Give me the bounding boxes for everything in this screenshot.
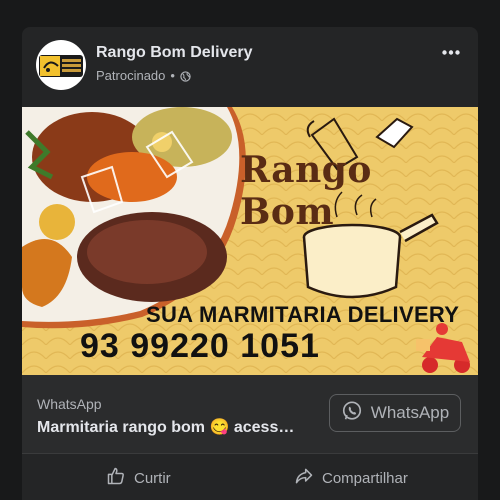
ad-brand-title: Rango Bom <box>240 149 372 233</box>
ad-tagline: SUA MARMITARIA DELIVERY <box>146 302 460 327</box>
previous-post-fade: · · · · · · · · · · <box>40 0 135 6</box>
cta-footer[interactable]: WhatsApp Marmitaria rango bom 😋 acess… W… <box>22 375 478 453</box>
cta-headline: Marmitaria rango bom 😋 acess… <box>37 419 295 436</box>
sponsored-post-card: Rango Bom Delivery Patrocinado • Rango B… <box>22 27 478 500</box>
post-actions: Curtir Compartilhar <box>22 453 478 500</box>
sponsored-line: Patrocinado • <box>96 68 191 83</box>
share-icon <box>294 466 314 490</box>
cta-source: WhatsApp <box>37 396 102 412</box>
like-label: Curtir <box>134 469 171 487</box>
share-label: Compartilhar <box>322 469 408 487</box>
sponsored-label[interactable]: Patrocinado <box>96 68 165 83</box>
ad-image[interactable]: Rango Bom SUA MARMITARIA DELIVERY 93 992… <box>22 107 478 375</box>
whatsapp-icon <box>341 400 363 427</box>
like-icon <box>106 466 126 490</box>
whatsapp-button[interactable]: WhatsApp <box>329 394 461 432</box>
post-header: Rango Bom Delivery Patrocinado • <box>22 27 478 107</box>
page-name-link[interactable]: Rango Bom Delivery <box>96 44 252 62</box>
page-avatar[interactable] <box>36 40 86 90</box>
ad-phone-number: 93 99220 1051 <box>80 327 320 365</box>
more-options-icon[interactable] <box>440 41 462 63</box>
whatsapp-button-label: WhatsApp <box>370 403 450 422</box>
like-button[interactable]: Curtir <box>106 466 171 490</box>
separator-dot: • <box>170 68 175 83</box>
share-button[interactable]: Compartilhar <box>294 466 408 490</box>
globe-icon <box>180 70 191 82</box>
